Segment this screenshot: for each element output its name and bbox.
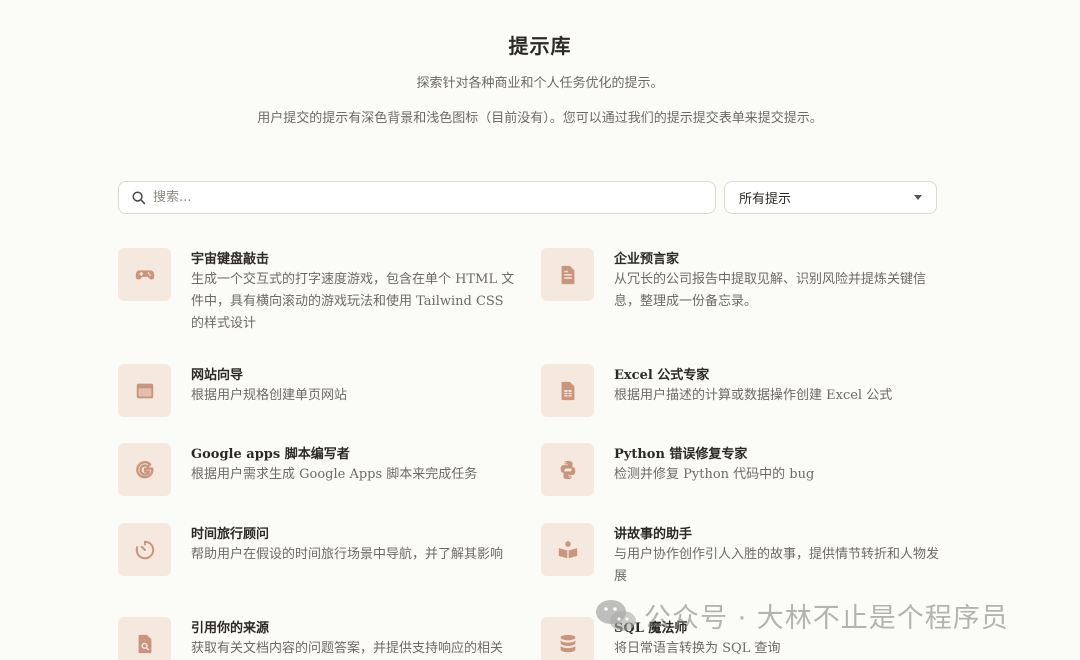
card-description: 生成一个交互式的打字速度游戏，包含在单个 HTML 文件中，具有横向滚动的游戏玩… — [191, 272, 515, 331]
chevron-down-icon — [914, 195, 922, 200]
card-title: 企业预言家 — [614, 252, 680, 267]
card-icon-tile — [541, 617, 594, 660]
card-icon-tile — [541, 248, 594, 301]
card-description: 将日常语言转换为 SQL 查询 — [614, 641, 781, 656]
search-box[interactable] — [118, 181, 716, 214]
google-icon — [135, 460, 154, 478]
card-icon-tile — [541, 523, 594, 576]
card-description: 根据用户规格创建单页网站 — [191, 388, 348, 403]
card-description: 帮助用户在假设的时间旅行场景中导航，并了解其影响 — [191, 547, 504, 562]
timer-icon — [135, 540, 154, 559]
card-icon-tile — [118, 617, 171, 660]
submission-note: 用户提交的提示有深色背景和浅色图标（目前没有）。您可以通过我们的提示提交表单来提… — [257, 111, 823, 126]
card-icon-tile — [118, 443, 171, 496]
card-title: 讲故事的助手 — [614, 527, 693, 542]
card-title: 网站向导 — [191, 368, 244, 383]
page-title: 提示库 — [508, 34, 572, 58]
card-description: 与用户协作创作引人入胜的故事，提供情节转折和人物发展 — [614, 547, 940, 584]
filter-selected-label: 所有提示 — [739, 192, 792, 207]
card-title: 时间旅行顾问 — [191, 527, 270, 542]
card-title: Excel 公式专家 — [614, 368, 710, 383]
watermark-text: 公众号 · 大林不止是个程序员 — [644, 603, 1009, 634]
python-icon — [560, 460, 575, 479]
card-title: 引用你的来源 — [191, 621, 270, 636]
card-description: 根据用户需求生成 Google Apps 脚本来完成任务 — [191, 467, 478, 482]
search-input[interactable] — [153, 190, 673, 205]
page-subtitle: 探索针对各种商业和个人任务优化的提示。 — [416, 76, 664, 91]
document-icon — [561, 265, 574, 284]
filter-select[interactable]: 所有提示 — [724, 181, 937, 214]
card-title: 宇宙键盘敲击 — [191, 252, 270, 267]
browser-window-icon — [136, 383, 153, 398]
database-icon — [560, 634, 575, 652]
card-title: Python 错误修复专家 — [614, 447, 748, 462]
card-title: Google apps 脚本编写者 — [191, 447, 350, 462]
book-icon — [558, 540, 577, 558]
card-icon-tile — [118, 523, 171, 576]
card-description: 根据用户描述的计算或数据操作创建 Excel 公式 — [614, 388, 893, 403]
card-description: 从冗长的公司报告中提取见解、识别风险并提炼关键信息，整理成一份备忘录。 — [614, 272, 927, 309]
card-icon-tile — [118, 248, 171, 301]
watermark: 公众号 · 大林不止是个程序员 — [594, 596, 1009, 635]
wechat-icon — [596, 599, 636, 631]
document-search-icon — [138, 634, 151, 653]
card-description: 获取有关文档内容的问题答案，并提供支持响应的相关 — [191, 641, 504, 656]
card-icon-tile — [541, 364, 594, 417]
spreadsheet-icon — [561, 381, 574, 400]
search-icon — [132, 191, 146, 205]
card-icon-tile — [541, 443, 594, 496]
card-icon-tile — [118, 364, 171, 417]
card-description: 检测并修复 Python 代码中的 bug — [614, 467, 815, 482]
gamepad-icon — [135, 269, 154, 280]
